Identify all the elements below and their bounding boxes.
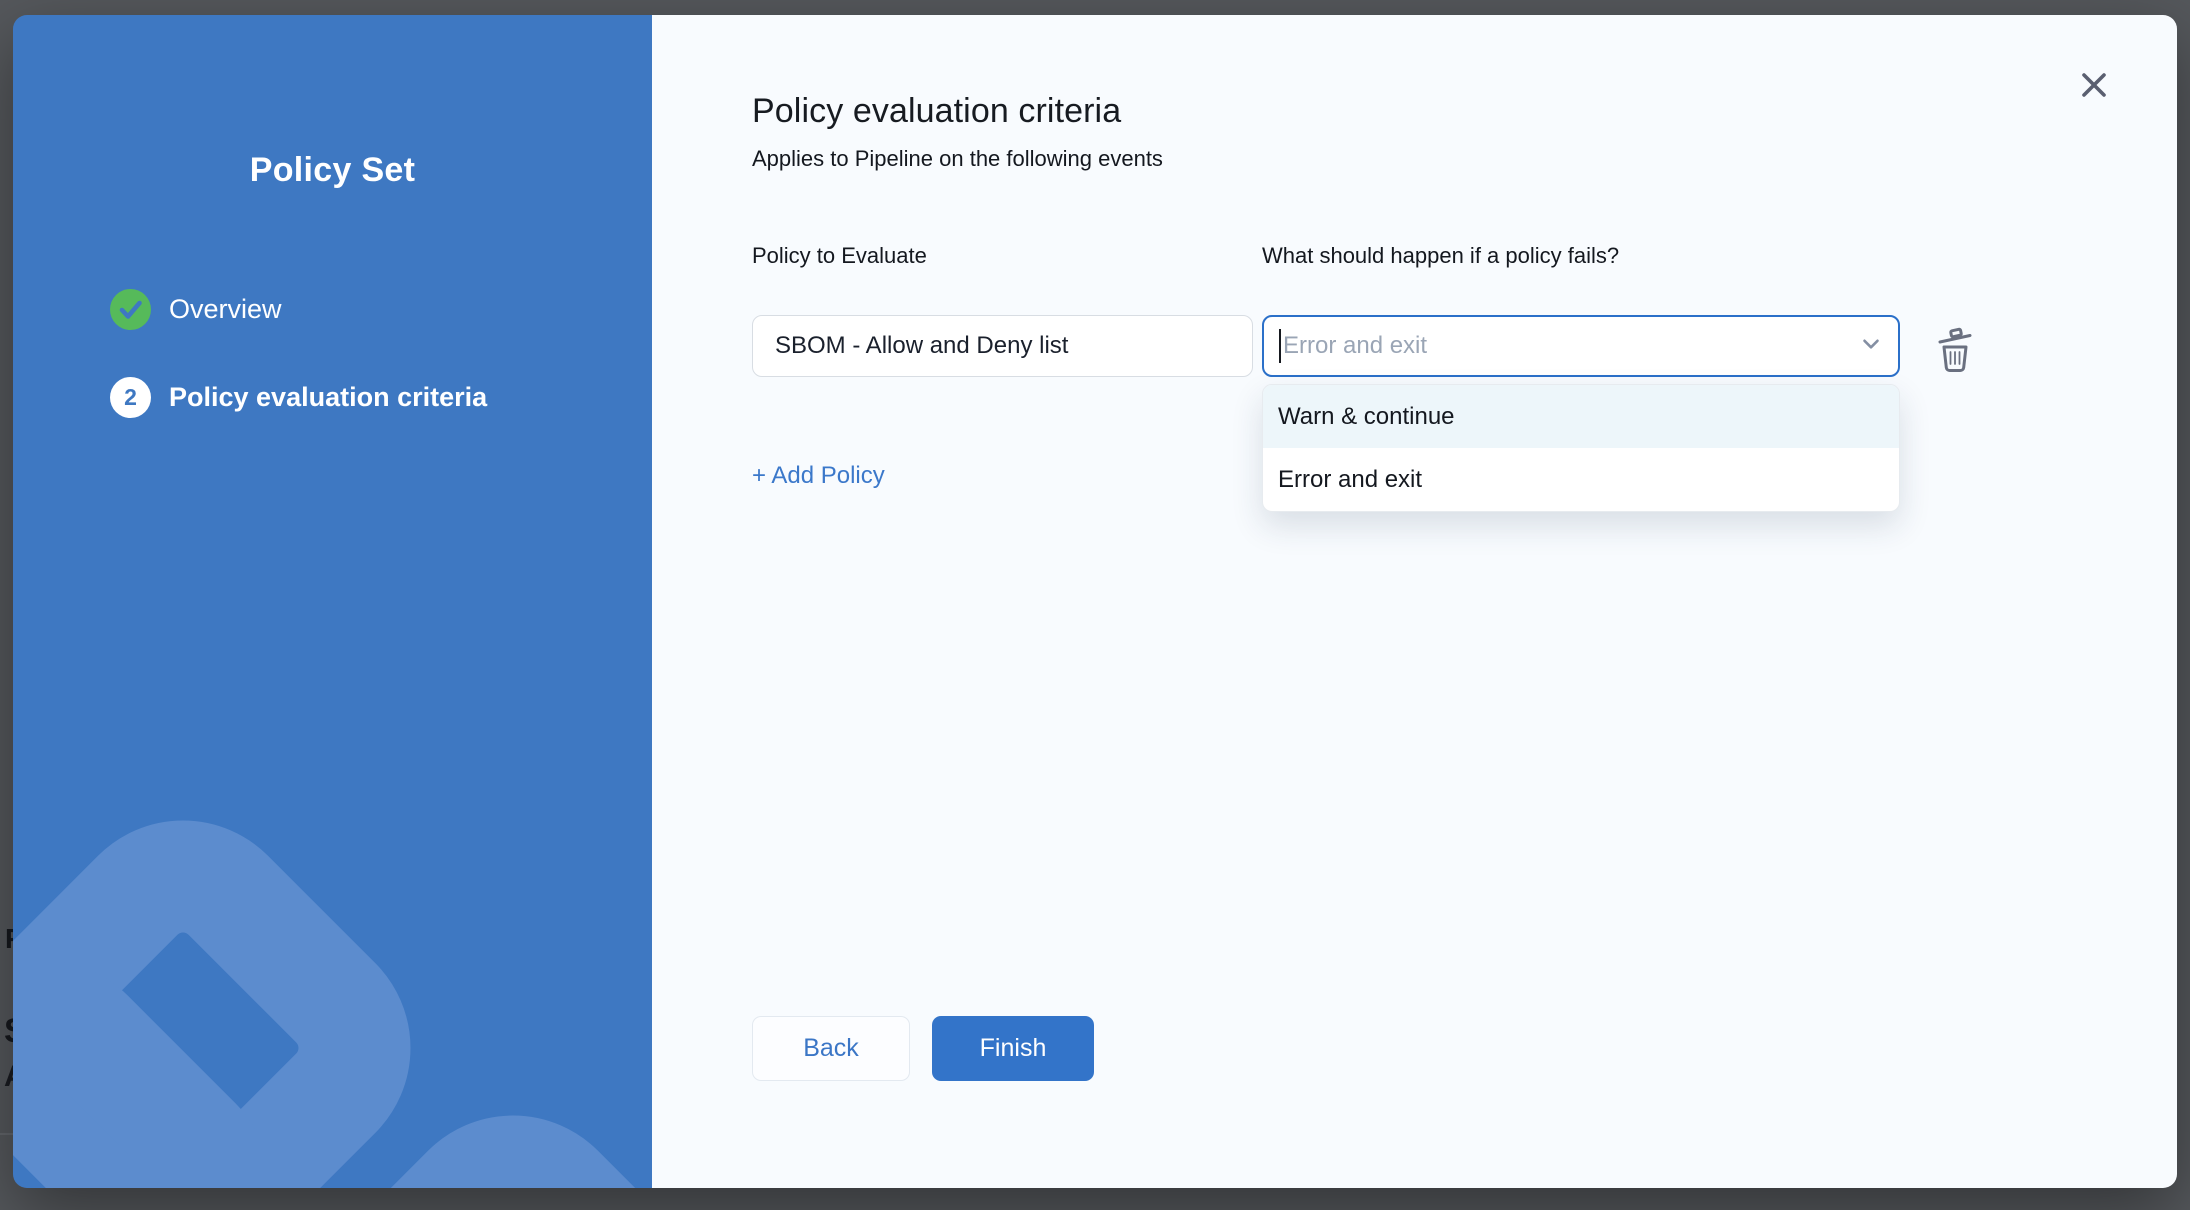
policy-set-modal: Policy Set Overview 2 Policy evaluation … <box>13 15 2177 1188</box>
policy-fail-combobox-wrap: Error and exit Warn & continue Error and… <box>1262 315 1900 377</box>
chevron-down-icon[interactable] <box>1858 331 1884 362</box>
page-subtitle: Applies to Pipeline on the following eve… <box>752 146 2177 172</box>
back-button[interactable]: Back <box>752 1016 910 1081</box>
modal-content: Policy evaluation criteria Applies to Pi… <box>652 15 2177 1188</box>
close-icon[interactable] <box>2073 64 2115 106</box>
background-divider <box>0 1133 13 1135</box>
form-label-row: Policy to Evaluate What should happen if… <box>752 243 2177 269</box>
step-policy-evaluation-criteria[interactable]: 2 Policy evaluation criteria <box>110 377 487 418</box>
policy-fail-label: What should happen if a policy fails? <box>1262 243 1900 269</box>
policy-to-evaluate-input[interactable] <box>752 315 1253 377</box>
wizard-steps: Overview 2 Policy evaluation criteria <box>110 289 487 418</box>
delete-policy-trash-icon[interactable] <box>1932 323 1978 378</box>
wizard-title: Policy Set <box>13 151 652 190</box>
combobox-placeholder: Error and exit <box>1283 332 1427 360</box>
dropdown-option-warn-continue[interactable]: Warn & continue <box>1263 385 1899 448</box>
dropdown-menu: Warn & continue Error and exit <box>1262 384 1900 512</box>
policy-fail-combobox[interactable]: Error and exit <box>1262 315 1900 377</box>
wizard-sidebar: Policy Set Overview 2 Policy evaluation … <box>13 15 652 1188</box>
step-overview[interactable]: Overview <box>110 289 487 330</box>
brand-watermark-logo <box>13 758 652 1188</box>
step-overview-label: Overview <box>169 294 282 325</box>
footer-actions: Back Finish <box>752 1016 1094 1081</box>
form-field-row: Error and exit Warn & continue Error and… <box>752 315 2177 378</box>
step-policy-evaluation-label: Policy evaluation criteria <box>169 382 487 413</box>
step-number-badge: 2 <box>110 377 151 418</box>
policy-to-evaluate-label: Policy to Evaluate <box>752 243 1253 269</box>
dropdown-option-error-exit[interactable]: Error and exit <box>1263 448 1899 511</box>
step-complete-check-icon <box>110 289 151 330</box>
finish-button[interactable]: Finish <box>932 1016 1094 1081</box>
page-title: Policy evaluation criteria <box>752 92 2177 131</box>
text-cursor <box>1279 329 1281 363</box>
add-policy-link[interactable]: + Add Policy <box>752 462 885 490</box>
